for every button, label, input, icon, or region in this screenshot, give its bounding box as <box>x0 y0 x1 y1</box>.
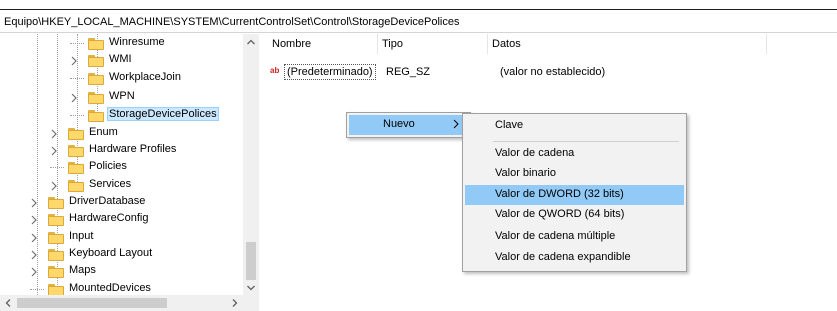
menu-item-label: Clave <box>495 119 524 131</box>
tree-item-label: WPN <box>109 90 135 102</box>
expand-chevron-icon[interactable] <box>29 215 39 225</box>
scroll-thumb[interactable] <box>246 242 256 280</box>
scroll-down-arrow-icon[interactable] <box>243 280 259 296</box>
folder-icon <box>48 249 64 261</box>
tree-item-label: HardwareConfig <box>69 212 149 224</box>
string-value-icon: ab <box>270 66 280 75</box>
tree-item-workplacejoin[interactable]: WorkplaceJoin <box>0 70 243 87</box>
new-value-submenu: Clave Valor de cadena Valor binario Valo… <box>462 113 687 272</box>
value-data: (valor no establecido) <box>500 66 606 78</box>
folder-icon <box>88 55 104 67</box>
folder-icon <box>68 145 84 157</box>
menu-item-valor-qword[interactable]: Valor de QWORD (64 bits) <box>465 205 684 225</box>
expand-chevron-icon[interactable] <box>29 233 39 243</box>
tree-item-wpn[interactable]: WPN <box>0 89 243 106</box>
tree-item-label: WMI <box>109 53 132 65</box>
tree-item-label: Hardware Profiles <box>89 143 177 155</box>
tree-guide-line <box>70 78 84 79</box>
tree-item-label: Services <box>89 178 132 190</box>
tree-item-enum[interactable]: Enum <box>0 125 243 142</box>
menu-item-valor-cadena-multiple[interactable]: Valor de cadena múltiple <box>465 227 684 247</box>
expand-chevron-icon[interactable] <box>29 267 39 277</box>
tree-item-label: Keyboard Layout <box>69 247 153 259</box>
expand-chevron-icon[interactable] <box>49 146 59 156</box>
address-path: Equipo\HKEY_LOCAL_MACHINE\SYSTEM\Current… <box>4 16 460 28</box>
tree-item-label: Input <box>69 230 94 242</box>
scroll-thumb[interactable] <box>17 298 167 308</box>
folder-icon <box>88 110 104 122</box>
tree-guide-line <box>50 167 64 168</box>
tree-item-winresume[interactable]: Winresume <box>0 35 243 52</box>
tree-item-hardwareconfig[interactable]: HardwareConfig <box>0 211 243 228</box>
tree-horizontal-scrollbar[interactable] <box>0 295 259 311</box>
address-bar[interactable]: Equipo\HKEY_LOCAL_MACHINE\SYSTEM\Current… <box>0 11 837 33</box>
window-top-edge <box>0 0 837 10</box>
column-header-name[interactable]: Nombre <box>268 34 378 54</box>
expand-chevron-icon[interactable] <box>69 56 79 66</box>
menu-item-nuevo[interactable]: Nuevo <box>349 115 468 135</box>
folder-icon <box>68 180 84 192</box>
folder-icon <box>68 128 84 140</box>
tree-item-services[interactable]: Services <box>0 177 243 194</box>
tree-item-wmi[interactable]: WMI <box>0 52 243 69</box>
tree-item-label: Enum <box>89 126 118 138</box>
value-name: (Predeterminado) <box>284 64 376 80</box>
tree-item-label: MountedDevices <box>69 282 151 294</box>
menu-item-valor-cadena-expandible[interactable]: Valor de cadena expandible <box>465 248 684 268</box>
tree-item-label: Winresume <box>109 36 165 48</box>
tree-item-label: Maps <box>69 264 96 276</box>
folder-icon <box>48 214 64 226</box>
menu-item-valor-binario[interactable]: Valor binario <box>465 164 684 184</box>
menu-item-label: Valor de QWORD (64 bits) <box>495 208 625 220</box>
folder-icon <box>68 162 84 174</box>
value-type: REG_SZ <box>386 66 431 78</box>
value-row[interactable]: ab (Predeterminado) REG_SZ (valor no est… <box>260 64 837 82</box>
folder-icon <box>88 73 104 85</box>
tree-guide-line <box>30 289 44 290</box>
scroll-up-arrow-icon[interactable] <box>243 34 259 50</box>
menu-item-label: Valor binario <box>495 167 556 179</box>
tree-guide-line <box>70 43 84 44</box>
submenu-arrow-icon <box>453 119 459 132</box>
column-header-data[interactable]: Datos <box>488 34 767 54</box>
tree-item-policies[interactable]: Policies <box>0 159 243 176</box>
menu-item-clave[interactable]: Clave <box>465 116 684 136</box>
tree-item-hardware-profiles[interactable]: Hardware Profiles <box>0 142 243 159</box>
menu-item-label: Valor de cadena múltiple <box>495 230 616 242</box>
folder-icon <box>88 38 104 50</box>
menu-item-label: Valor de cadena <box>495 147 575 159</box>
tree-item-label: DriverDatabase <box>69 195 146 207</box>
expand-chevron-icon[interactable] <box>29 198 39 208</box>
tree-item-input[interactable]: Input <box>0 229 243 246</box>
expand-chevron-icon[interactable] <box>29 250 39 260</box>
expand-chevron-icon[interactable] <box>69 93 79 103</box>
tree-vertical-scrollbar[interactable] <box>243 34 259 296</box>
tree-item-storagedevicepolices[interactable]: StorageDevicePolices <box>0 107 243 124</box>
tree-item-label: StorageDevicePolices <box>107 107 219 121</box>
context-menu: Nuevo <box>346 112 471 138</box>
folder-icon <box>48 266 64 278</box>
scroll-right-arrow-icon[interactable] <box>227 295 243 311</box>
menu-item-label: Nuevo <box>383 118 415 130</box>
tree-item-label: WorkplaceJoin <box>109 71 181 83</box>
tree-item-maps[interactable]: Maps <box>0 263 243 280</box>
tree-guide-line <box>70 115 84 116</box>
folder-icon <box>48 232 64 244</box>
tree-item-keyboard-layout[interactable]: Keyboard Layout <box>0 246 243 263</box>
registry-tree[interactable]: Winresume WMI WorkplaceJoin WPN StorageDevic… <box>0 34 259 311</box>
column-header-type[interactable]: Tipo <box>378 34 488 54</box>
menu-item-label: Valor de DWORD (32 bits) <box>495 188 624 200</box>
list-header: Nombre Tipo Datos <box>260 34 837 54</box>
tree-item-label: Policies <box>89 160 127 172</box>
menu-separator <box>493 141 679 142</box>
menu-item-label: Valor de cadena expandible <box>495 251 631 263</box>
folder-icon <box>88 92 104 104</box>
menu-item-valor-dword[interactable]: Valor de DWORD (32 bits) <box>465 185 684 205</box>
expand-chevron-icon[interactable] <box>49 181 59 191</box>
expand-chevron-icon[interactable] <box>49 129 59 139</box>
scroll-left-arrow-icon[interactable] <box>0 295 16 311</box>
folder-icon <box>48 197 64 209</box>
menu-item-valor-de-cadena[interactable]: Valor de cadena <box>465 144 684 164</box>
tree-item-driverdatabase[interactable]: DriverDatabase <box>0 194 243 211</box>
